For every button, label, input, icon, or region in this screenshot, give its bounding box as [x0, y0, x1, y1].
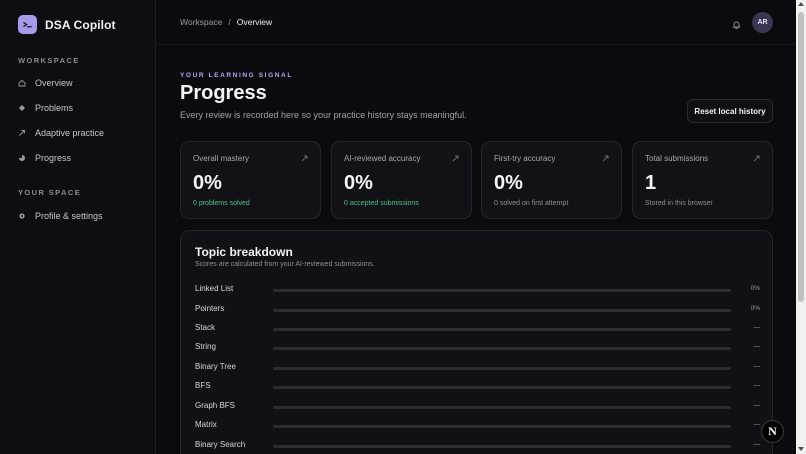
topic-breakdown-title: Topic breakdown: [195, 245, 293, 259]
topic-score: —: [753, 421, 761, 428]
arrow-up-right-icon: [753, 155, 760, 162]
stat-value: 0%: [193, 172, 222, 194]
topic-progress-bar: [273, 386, 731, 389]
topic-score: —: [753, 441, 761, 448]
gear-icon: [18, 212, 26, 220]
topic-row: Pointers 0%: [195, 304, 760, 316]
topic-score: —: [753, 363, 761, 370]
sidebar: DSA Copilot WORKSPACE Overview Problems …: [0, 0, 156, 454]
breadcrumb: Workspace / Overview: [180, 17, 272, 27]
stat-card-overall-mastery[interactable]: Overall mastery 0% 0 problems solved: [180, 141, 321, 219]
stat-card-first-try-accuracy[interactable]: First-try accuracy 0% 0 solved on first …: [481, 141, 622, 219]
stat-label: Overall mastery: [193, 154, 250, 163]
stat-label: Total submissions: [645, 154, 709, 163]
bell-icon[interactable]: [732, 17, 741, 29]
workspace-section-label: WORKSPACE: [18, 56, 80, 65]
breadcrumb-separator: /: [228, 17, 231, 27]
sidebar-item-label: Overview: [35, 78, 73, 88]
page-eyebrow: YOUR LEARNING SIGNAL: [180, 72, 293, 79]
sidebar-item-profile-settings[interactable]: Profile & settings: [18, 208, 148, 224]
topic-score: 0%: [750, 305, 760, 312]
topic-name: Graph BFS: [195, 401, 236, 410]
topic-score: —: [753, 324, 761, 331]
stat-value: 1: [645, 172, 657, 194]
topic-row: Matrix —: [195, 420, 760, 432]
topic-breakdown-subtitle: Scores are calculated from your AI-revie…: [195, 261, 375, 268]
pie-icon: [18, 154, 26, 162]
topic-name: Linked List: [195, 284, 234, 293]
arrow-up-right-icon: [602, 155, 609, 162]
topic-progress-bar: [273, 367, 731, 370]
stat-sub: 0 solved on first attempt: [494, 200, 569, 207]
diamond-icon: [18, 104, 26, 112]
topic-row: Binary Tree —: [195, 362, 760, 374]
topic-score: —: [753, 382, 761, 389]
breadcrumb-workspace[interactable]: Workspace: [180, 17, 222, 27]
stat-sub: 0 accepted submissions: [344, 200, 419, 207]
app-name: DSA Copilot: [45, 17, 116, 32]
sidebar-item-progress[interactable]: Progress: [18, 150, 148, 166]
topic-score: 0%: [750, 285, 760, 292]
arrow-up-right-icon: [18, 129, 26, 137]
your-space-section-label: YOUR SPACE: [18, 188, 82, 197]
topic-row: Graph BFS —: [195, 401, 760, 413]
n-logo-icon: N: [768, 424, 777, 438]
scroll-down-arrow-icon[interactable]: [798, 447, 804, 451]
home-icon: [18, 79, 26, 87]
topic-row: BFS —: [195, 381, 760, 393]
topic-score: —: [753, 402, 761, 409]
stat-card-ai-reviewed-accuracy[interactable]: AI-reviewed accuracy 0% 0 accepted submi…: [331, 141, 472, 219]
avatar[interactable]: AR: [752, 12, 773, 33]
topic-name: Pointers: [195, 304, 225, 313]
topic-score: —: [753, 343, 761, 350]
reset-local-history-button[interactable]: Reset local history: [687, 99, 773, 123]
stat-sub: Stored in this browser: [645, 200, 713, 207]
sidebar-item-label: Profile & settings: [35, 211, 103, 221]
topic-progress-bar: [273, 289, 731, 292]
brand[interactable]: DSA Copilot: [18, 15, 116, 34]
stat-card-total-submissions[interactable]: Total submissions 1 Stored in this brows…: [632, 141, 773, 219]
breadcrumb-current: Overview: [236, 17, 273, 27]
topic-progress-bar: [273, 309, 731, 312]
stat-label: First-try accuracy: [494, 154, 556, 163]
topic-row: Binary Search —: [195, 440, 760, 452]
topbar: Workspace / Overview AR: [156, 0, 796, 45]
arrow-up-right-icon: [301, 155, 308, 162]
topic-row: Linked List 0%: [195, 284, 760, 296]
topic-progress-bar: [273, 425, 731, 428]
sidebar-item-overview[interactable]: Overview: [18, 75, 148, 91]
stat-value: 0%: [344, 172, 373, 194]
arrow-up-right-icon: [452, 155, 459, 162]
scroll-up-arrow-icon[interactable]: [798, 2, 804, 6]
topic-progress-bar: [273, 328, 731, 331]
topic-progress-bar: [273, 347, 731, 350]
topic-name: BFS: [195, 381, 211, 390]
next-devtools-button[interactable]: N: [761, 420, 784, 443]
page-title: Progress: [180, 82, 267, 104]
sidebar-item-problems[interactable]: Problems: [18, 100, 148, 116]
topic-row: Stack —: [195, 323, 760, 335]
terminal-icon: [18, 15, 37, 34]
topic-row: String —: [195, 342, 760, 354]
sidebar-item-label: Progress: [35, 153, 72, 163]
stat-sub: 0 problems solved: [193, 200, 250, 207]
topic-name: Matrix: [195, 420, 217, 429]
stat-label: AI-reviewed accuracy: [344, 154, 421, 163]
sidebar-item-label: Problems: [35, 103, 74, 113]
topic-breakdown-panel: Topic breakdown Scores are calculated fr…: [180, 230, 773, 454]
topic-name: Binary Search: [195, 440, 246, 449]
page-subtitle: Every review is recorded here so your pr…: [180, 110, 467, 120]
topic-name: String: [195, 342, 216, 351]
sidebar-item-label: Adaptive practice: [35, 128, 105, 138]
topic-name: Binary Tree: [195, 362, 236, 371]
sidebar-item-adaptive-practice[interactable]: Adaptive practice: [18, 125, 148, 141]
topic-progress-bar: [273, 406, 731, 409]
topic-progress-bar: [273, 445, 731, 448]
stat-value: 0%: [494, 172, 523, 194]
scrollbar-thumb[interactable]: [798, 12, 804, 302]
topic-name: Stack: [195, 323, 216, 332]
